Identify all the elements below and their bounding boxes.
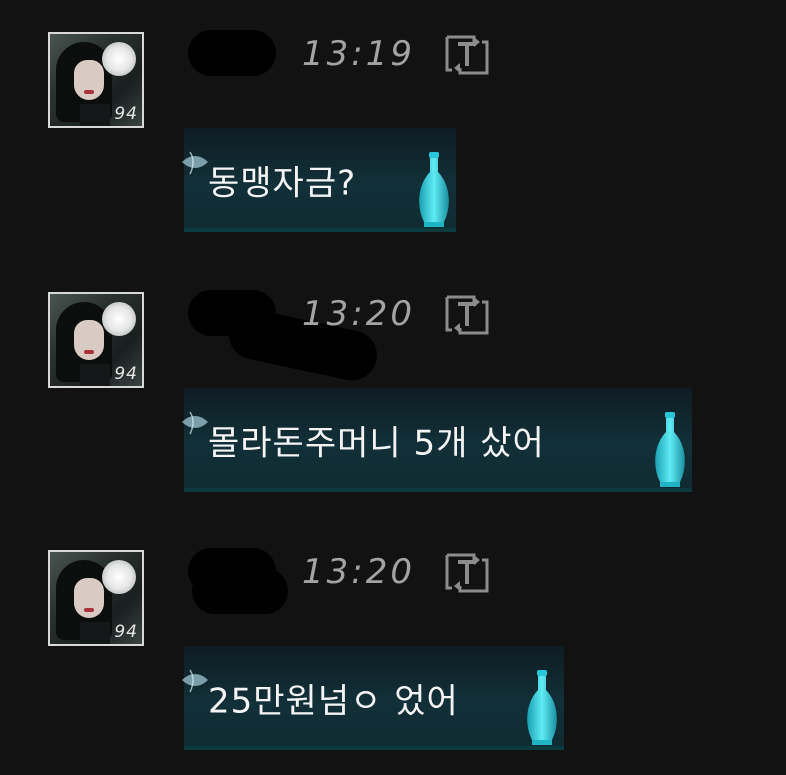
translate-icon[interactable] (444, 294, 490, 336)
chat-log: 94 13:19 동맹자금? 94 13:20 몰라돈주머니 5개 샀어 94 … (0, 0, 786, 775)
avatar[interactable]: 94 (48, 32, 144, 128)
avatar-face (74, 320, 104, 360)
avatar-lips (84, 608, 94, 612)
avatar[interactable]: 94 (48, 550, 144, 646)
sender-name-redacted (188, 548, 288, 614)
avatar-face (74, 60, 104, 100)
flower-icon (102, 42, 136, 76)
message-text: 몰라돈주머니 5개 샀어 (208, 423, 545, 464)
chat-message: 94 13:20 몰라돈주머니 5개 샀어 (0, 260, 786, 500)
chat-message: 94 13:20 25만원넘ㅇ 었어 (0, 518, 786, 758)
vase-icon (655, 412, 685, 487)
vase-icon (527, 670, 557, 745)
avatar-collar (80, 364, 110, 386)
message-bubble[interactable]: 몰라돈주머니 5개 샀어 (182, 388, 692, 492)
translate-icon[interactable] (444, 34, 490, 76)
leaf-icon (182, 669, 208, 693)
message-timestamp: 13:20 (302, 294, 415, 334)
avatar-level-badge: 94 (114, 622, 138, 642)
leaf-icon (182, 151, 208, 175)
flower-icon (102, 560, 136, 594)
vase-icon (419, 152, 449, 227)
avatar-collar (80, 622, 110, 644)
message-text: 25만원넘ㅇ 었어 (208, 681, 459, 722)
sender-name-redacted (188, 30, 276, 76)
message-text: 동맹자금? (208, 163, 357, 204)
message-bubble[interactable]: 동맹자금? (182, 128, 456, 232)
chat-message: 94 13:19 동맹자금? (0, 0, 786, 240)
message-timestamp: 13:20 (302, 552, 415, 592)
avatar-collar (80, 104, 110, 126)
avatar-lips (84, 90, 94, 94)
translate-icon[interactable] (444, 552, 490, 594)
avatar[interactable]: 94 (48, 292, 144, 388)
leaf-icon (182, 411, 208, 435)
message-bubble[interactable]: 25만원넘ㅇ 었어 (182, 646, 564, 750)
flower-icon (102, 302, 136, 336)
avatar-face (74, 578, 104, 618)
sender-name-redacted (188, 290, 276, 336)
avatar-level-badge: 94 (114, 364, 138, 384)
avatar-level-badge: 94 (114, 104, 138, 124)
avatar-lips (84, 350, 94, 354)
message-timestamp: 13:19 (302, 34, 415, 74)
